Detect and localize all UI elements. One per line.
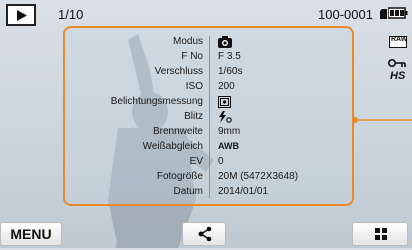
info-row-date: Datum 2014/01/01	[65, 186, 352, 200]
info-value: 20M (5472X3648)	[218, 171, 299, 182]
flash-icon	[218, 111, 232, 126]
info-value: F 3.5	[218, 51, 241, 62]
info-row-ev: EV 0	[65, 156, 352, 170]
info-label: Modus	[172, 36, 203, 47]
playback-button[interactable]	[6, 4, 36, 26]
share-button[interactable]	[182, 222, 226, 246]
info-value: 200	[218, 81, 235, 92]
info-label: F No	[181, 51, 203, 62]
photo-info-panel: Modus F No F 3.5 Verschluss 1/60s ISO 20…	[63, 26, 354, 206]
file-number: 100-0001	[318, 7, 373, 22]
info-value: AWB	[218, 141, 239, 151]
info-label: Weißabgleich	[142, 141, 203, 152]
image-counter: 1/10	[58, 7, 84, 22]
info-row-fno: F No F 3.5	[65, 51, 352, 65]
info-value: 0	[218, 156, 224, 167]
info-row-metering: Belichtungsmessung	[65, 96, 352, 110]
info-row-size: Fotogröße 20M (5472X3648)	[65, 171, 352, 185]
info-row-focal: Brennweite 9mm	[65, 126, 352, 140]
info-value: 9mm	[218, 126, 241, 137]
info-label: Fotogröße	[156, 171, 203, 182]
raw-label: RAW	[391, 36, 408, 43]
menu-button[interactable]: MENU	[0, 222, 62, 246]
share-icon	[198, 226, 212, 242]
info-row-iso: ISO 200	[65, 81, 352, 95]
metering-icon	[218, 96, 231, 111]
raw-icon: RAW	[389, 35, 407, 53]
info-row-mode: Modus	[65, 36, 352, 50]
thumbnail-grid-icon	[375, 228, 387, 240]
camera-mode-icon	[218, 36, 232, 51]
info-label: Blitz	[184, 111, 203, 122]
info-value: 1/60s	[218, 66, 243, 77]
battery-icon	[388, 7, 408, 19]
info-label: Brennweite	[152, 126, 203, 137]
thumbnail-view-button[interactable]	[352, 222, 408, 246]
info-label: Datum	[173, 186, 203, 197]
panel-connector	[352, 117, 412, 123]
info-label: Belichtungsmessung	[110, 96, 203, 107]
info-label: EV	[189, 156, 203, 167]
info-label: Verschluss	[154, 66, 203, 77]
info-row-flash: Blitz	[65, 111, 352, 125]
memory-card-icon	[380, 9, 387, 19]
info-row-wb: Weißabgleich AWB	[65, 141, 352, 155]
info-row-shutter: Verschluss 1/60s	[65, 66, 352, 80]
hs-icon: HS	[390, 70, 406, 82]
play-icon	[17, 10, 27, 21]
info-label: ISO	[185, 81, 203, 92]
info-value: 2014/01/01	[218, 186, 269, 197]
